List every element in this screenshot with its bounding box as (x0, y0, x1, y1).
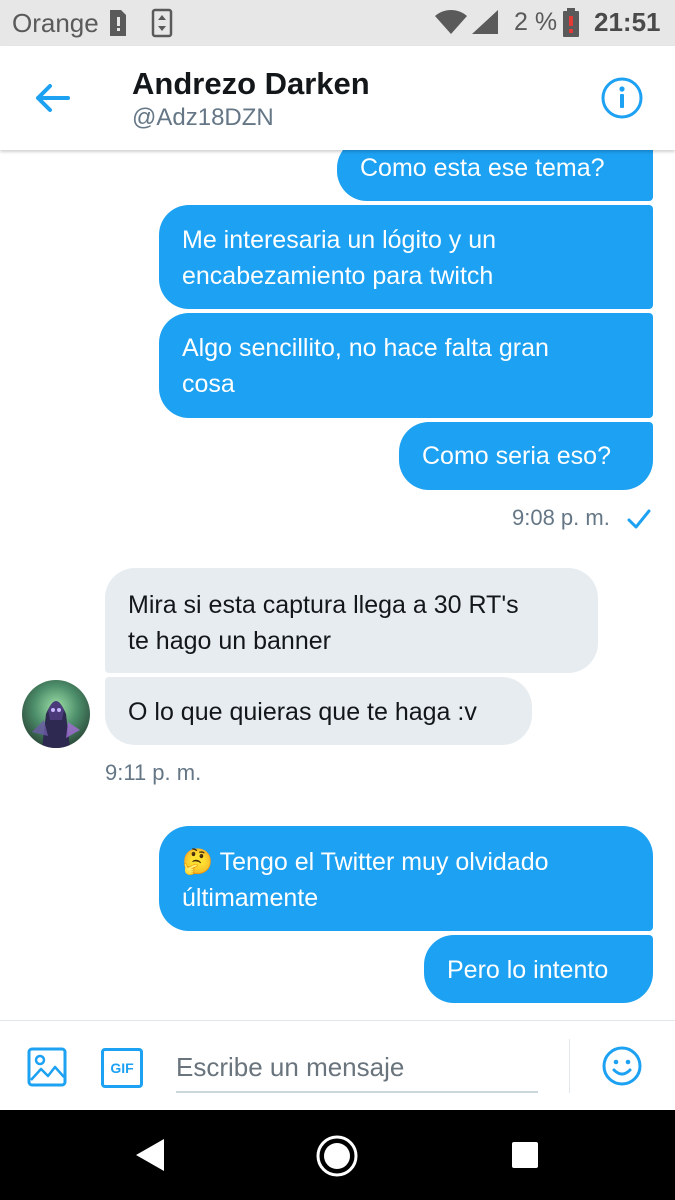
status-bar: Orange 2 % 21:51 (0, 0, 675, 46)
nav-recents-icon[interactable] (510, 1140, 540, 1170)
thinking-emoji: 🤔 (182, 848, 214, 876)
nav-home-icon[interactable] (315, 1134, 359, 1178)
message-timestamp: 9:11 p. m. (105, 760, 202, 785)
incoming-message[interactable]: Mira si esta captura llega a 30 RT's te … (105, 568, 598, 673)
message-input[interactable] (176, 1043, 538, 1093)
conversation-header: Andrezo Darken @Adz18DZN (0, 46, 675, 150)
contact-handle: @Adz18DZN (132, 104, 274, 131)
system-nav-bar (0, 1110, 675, 1200)
composer-divider (569, 1039, 570, 1093)
outgoing-message[interactable]: Como esta ese tema? (337, 150, 653, 201)
outgoing-message[interactable]: Como seria eso? (399, 422, 653, 490)
carrier-name: Orange (12, 8, 99, 38)
nav-back-icon[interactable] (132, 1135, 168, 1175)
emoji-icon[interactable] (601, 1045, 643, 1087)
image-icon[interactable] (26, 1046, 68, 1088)
battery-low-icon (563, 8, 579, 37)
outgoing-message[interactable]: Pero lo intento (424, 935, 653, 1003)
info-icon[interactable] (600, 76, 644, 120)
gif-icon[interactable]: GIF (101, 1048, 143, 1088)
back-arrow-icon[interactable] (30, 78, 76, 118)
avatar[interactable] (22, 680, 90, 748)
outgoing-message[interactable]: 🤔 Tengo el Twitter muy olvidado últimame… (159, 826, 653, 931)
clock: 21:51 (594, 7, 661, 37)
outgoing-message[interactable]: Algo sencillito, no hace falta gran cosa (159, 313, 653, 418)
cell-signal-icon (472, 10, 498, 34)
outgoing-message[interactable]: Me interesaria un lógito y un encabezami… (159, 205, 653, 309)
battery-percent: 2 % (514, 8, 558, 36)
sim-card-icon (110, 10, 126, 36)
incoming-message[interactable]: O lo que quieras que te haga :v (105, 677, 532, 745)
data-saver-icon (151, 8, 173, 38)
message-composer: GIF (0, 1020, 675, 1111)
avatar-image (22, 680, 90, 748)
message-list[interactable]: Como esta ese tema? Me interesaria un ló… (0, 150, 675, 1020)
contact-name[interactable]: Andrezo Darken (132, 66, 370, 102)
wifi-icon (435, 10, 467, 34)
message-timestamp: 9:08 p. m. (512, 505, 610, 530)
sent-check-icon (627, 509, 651, 529)
